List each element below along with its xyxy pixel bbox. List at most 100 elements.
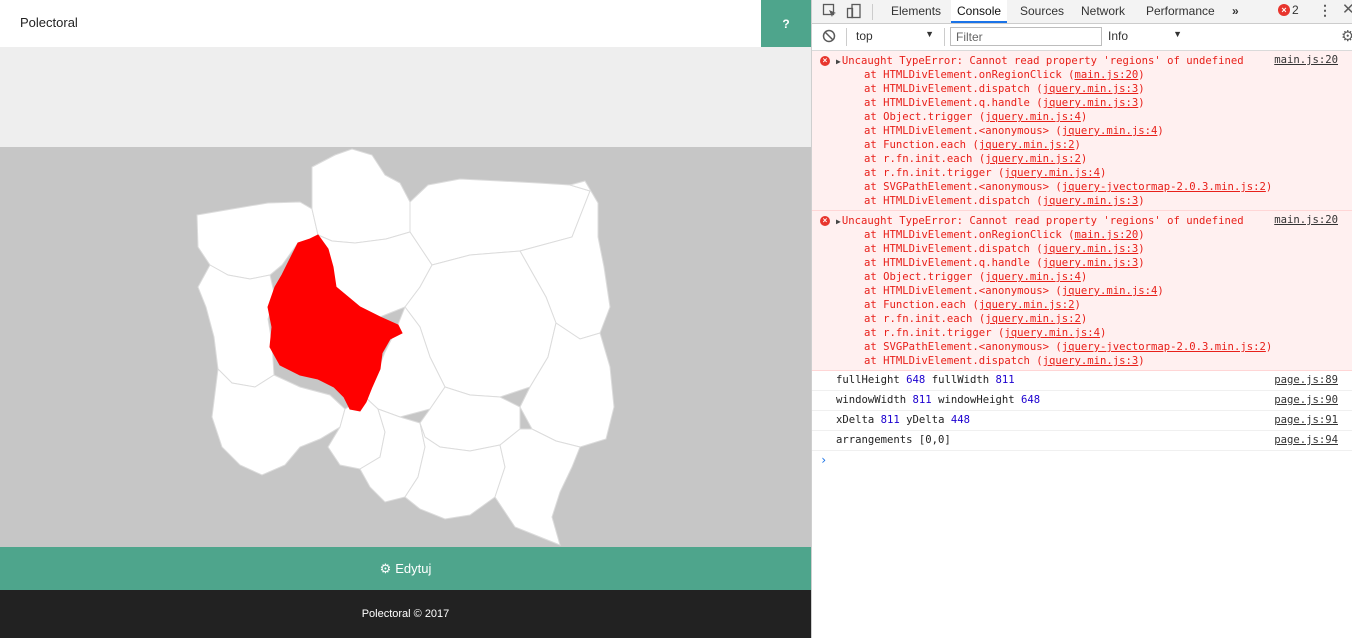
devtools-panel: Elements Console Sources Network Perform… [811, 0, 1352, 638]
region-pomorskie[interactable] [311, 148, 411, 244]
stack-source-link[interactable]: jquery.min.js:3 [1043, 83, 1139, 95]
stack-function: r.fn.init.trigger [883, 327, 992, 339]
log-level-selector[interactable]: Info ▼ [1108, 29, 1182, 43]
device-toolbar-icon[interactable] [846, 3, 862, 19]
console-toolbar: top ▼ Info ▼ ⚙ [812, 24, 1352, 51]
stack-frame: at HTMLDivElement.q.handle (jquery.min.j… [812, 256, 1352, 270]
stack-source-link[interactable]: jquery.min.js:2 [985, 153, 1081, 165]
stack-function: Function.each [883, 299, 967, 311]
help-button[interactable]: ? [761, 0, 811, 47]
chevron-down-icon: ▼ [925, 29, 934, 39]
tab-console[interactable]: Console [951, 0, 1008, 23]
stack-source-link[interactable]: jquery.min.js:3 [1043, 195, 1139, 207]
inspect-element-icon[interactable] [822, 3, 838, 19]
stack-prefix: at [864, 285, 884, 297]
stack-prefix: at [864, 299, 884, 311]
stack-source-link[interactable]: jquery.min.js:4 [985, 111, 1081, 123]
log-source-link[interactable]: page.js:90 [1274, 391, 1338, 410]
error-headline[interactable]: ▶Uncaught TypeError: Cannot read propert… [812, 214, 1352, 228]
stack-paren: ( [1048, 125, 1062, 137]
stack-function: HTMLDivElement.onRegionClick [883, 69, 1062, 81]
stack-source-link[interactable]: jquery.min.js:4 [1062, 285, 1158, 297]
stack-function: SVGPathElement.<anonymous> [883, 181, 1049, 193]
stack-prefix: at [864, 111, 884, 123]
log-source-link[interactable]: page.js:91 [1274, 411, 1338, 430]
stack-source-link[interactable]: jquery-jvectormap-2.0.3.min.js:2 [1062, 341, 1266, 353]
tab-sources[interactable]: Sources [1014, 0, 1070, 23]
stack-prefix: at [864, 257, 884, 269]
stack-paren: ) [1157, 285, 1164, 297]
expand-triangle-icon[interactable]: ▶ [836, 217, 841, 226]
stack-frame: at Object.trigger (jquery.min.js:4) [812, 110, 1352, 124]
log-number: 811 [995, 374, 1015, 386]
stack-source-link[interactable]: jquery.min.js:2 [979, 139, 1075, 151]
edit-button[interactable]: ⚙ Edytuj [0, 547, 811, 590]
kebab-menu-icon[interactable]: ⋮ [1318, 2, 1332, 18]
context-selector[interactable]: top ▼ [856, 29, 934, 43]
stack-paren: ) [1080, 111, 1088, 123]
tab-network[interactable]: Network [1075, 0, 1131, 23]
clear-console-icon[interactable] [822, 29, 836, 46]
tab-separator [872, 4, 873, 20]
error-count[interactable]: 2 [1292, 3, 1299, 17]
edit-label: Edytuj [395, 561, 432, 576]
log-source-link[interactable]: page.js:94 [1274, 431, 1338, 450]
stack-source-link[interactable]: jquery.min.js:2 [985, 313, 1081, 325]
stack-function: HTMLDivElement.q.handle [883, 257, 1030, 269]
stack-source-link[interactable]: jquery.min.js:2 [979, 299, 1075, 311]
expand-triangle-icon[interactable]: ▶ [836, 57, 841, 66]
stack-frame: at Object.trigger (jquery.min.js:4) [812, 270, 1352, 284]
top-band [0, 47, 811, 147]
stack-source-link[interactable]: main.js:20 [1075, 69, 1139, 81]
settings-gear-icon[interactable]: ⚙ [1341, 27, 1352, 45]
stack-function: HTMLDivElement.dispatch [883, 83, 1030, 95]
region-lubuskie[interactable] [197, 264, 276, 388]
stack-prefix: at [864, 83, 884, 95]
stack-paren: ( [1029, 243, 1043, 255]
stack-source-link[interactable]: jquery.min.js:4 [1004, 327, 1100, 339]
stack-function: HTMLDivElement.onRegionClick [883, 229, 1062, 241]
stack-source-link[interactable]: jquery.min.js:3 [1043, 257, 1139, 269]
tab-elements[interactable]: Elements [885, 0, 947, 23]
stack-function: HTMLDivElement.dispatch [883, 195, 1030, 207]
stack-function: HTMLDivElement.dispatch [883, 355, 1030, 367]
stack-paren: ( [972, 271, 986, 283]
stack-source-link[interactable]: jquery.min.js:3 [1043, 97, 1139, 109]
tab-performance[interactable]: Performance [1140, 0, 1221, 23]
console-log-line: fullHeight 648 fullWidth 811 page.js:89 [812, 371, 1352, 391]
stack-source-link[interactable]: jquery.min.js:3 [1043, 243, 1139, 255]
poland-map[interactable] [0, 147, 811, 547]
stack-source-link[interactable]: main.js:20 [1075, 229, 1139, 241]
filter-input[interactable] [950, 27, 1102, 46]
console-error-message: × ▶Uncaught TypeError: Cannot read proper… [812, 51, 1352, 211]
error-text: Uncaught TypeError: Cannot read property… [841, 55, 1244, 67]
error-headline[interactable]: ▶Uncaught TypeError: Cannot read propert… [812, 54, 1352, 68]
stack-paren: ( [1048, 341, 1062, 353]
stack-source-link[interactable]: jquery.min.js:4 [1004, 167, 1100, 179]
stack-function: HTMLDivElement.<anonymous> [883, 285, 1049, 297]
map-container [0, 147, 811, 547]
stack-source-link[interactable]: jquery-jvectormap-2.0.3.min.js:2 [1062, 181, 1266, 193]
stack-frame: at HTMLDivElement.q.handle (jquery.min.j… [812, 96, 1352, 110]
error-source-link[interactable]: main.js:20 [1274, 54, 1338, 66]
stack-source-link[interactable]: jquery.min.js:4 [1062, 125, 1158, 137]
more-tabs-button[interactable]: » [1226, 0, 1245, 23]
stack-paren: ( [972, 153, 986, 165]
error-count-icon[interactable]: × [1278, 4, 1290, 16]
app-title: Polectoral [20, 15, 78, 30]
region-dolnoslaskie[interactable] [211, 367, 346, 476]
error-source-link[interactable]: main.js:20 [1274, 214, 1338, 226]
chevron-down-icon: ▼ [1173, 29, 1182, 39]
stack-prefix: at [864, 153, 884, 165]
stack-function: r.fn.init.trigger [883, 167, 992, 179]
log-text: windowHeight [931, 394, 1021, 406]
region-podkarpackie[interactable] [494, 428, 581, 546]
console-prompt[interactable]: › [812, 451, 1352, 469]
log-number: 448 [950, 414, 970, 426]
stack-source-link[interactable]: jquery.min.js:4 [985, 271, 1081, 283]
stack-source-link[interactable]: jquery.min.js:3 [1043, 355, 1139, 367]
console-error-message: × ▶Uncaught TypeError: Cannot read proper… [812, 211, 1352, 371]
close-icon[interactable]: ✕ [1342, 1, 1352, 19]
log-source-link[interactable]: page.js:89 [1274, 371, 1338, 390]
stack-prefix: at [864, 125, 884, 137]
